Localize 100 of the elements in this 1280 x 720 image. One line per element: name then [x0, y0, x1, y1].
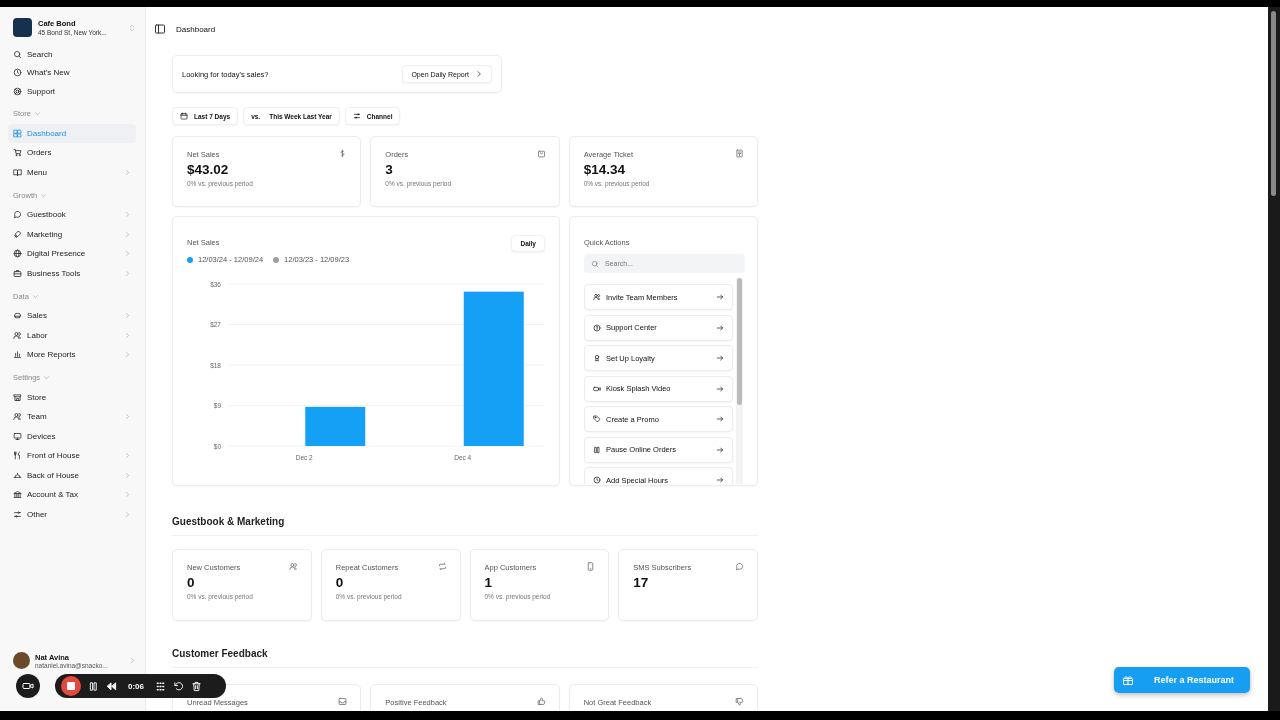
nav-item[interactable]: Digital Presence [8, 244, 136, 264]
nav-item[interactable]: More Reports [8, 345, 136, 365]
rewind-icon [106, 680, 117, 692]
video-icon [593, 384, 601, 393]
nav-item[interactable]: Support [8, 82, 136, 101]
undo-icon [173, 680, 184, 692]
nav-item[interactable]: Sales [8, 306, 136, 326]
stop-button[interactable] [61, 676, 81, 696]
page-title: Dashboard [176, 24, 216, 34]
nav-item[interactable]: Search [8, 45, 136, 64]
arrow-icon [716, 415, 724, 423]
calendar-icon [180, 112, 188, 120]
nav-item[interactable]: What's New [8, 63, 136, 82]
nav-item[interactable]: Devices [8, 426, 136, 446]
utensils-icon [13, 451, 22, 461]
people-icon [593, 293, 601, 301]
cloche-icon [13, 470, 22, 480]
pause-icon [593, 445, 601, 454]
chat-icon [13, 210, 22, 220]
grid-button[interactable] [155, 680, 166, 692]
store-icon [13, 392, 22, 402]
pause-button[interactable] [88, 680, 99, 692]
arrow-icon [716, 445, 724, 454]
stat-value: 0 [335, 575, 344, 590]
support-icon [13, 86, 22, 96]
dashboard-icon [13, 128, 22, 138]
bank-icon [13, 490, 22, 500]
dollar-icon [338, 149, 348, 158]
bag-icon [536, 149, 546, 158]
repeat-icon [437, 562, 447, 571]
arrow-icon [716, 476, 724, 484]
people-icon [13, 330, 22, 340]
clock-icon [13, 68, 22, 78]
sliders-icon [13, 509, 22, 519]
stat-value: 1 [484, 575, 492, 590]
restart-button[interactable] [173, 680, 184, 692]
arrow-icon [716, 354, 724, 362]
nav-item[interactable]: Orders [8, 143, 136, 163]
chevron-down-icon [43, 374, 51, 381]
sliders-icon [352, 112, 361, 120]
delete-button[interactable] [191, 680, 202, 692]
gift-icon [1122, 674, 1134, 686]
section-title: Guestbook & Marketing [172, 516, 758, 536]
stat-value: $14.34 [583, 162, 625, 177]
nav-item[interactable]: Store [8, 387, 136, 407]
thumbs-down-icon [735, 697, 744, 706]
section-title: Customer Feedback [172, 648, 758, 668]
search-icon [13, 49, 22, 59]
nav-item[interactable]: Front of House [8, 446, 136, 466]
nav-item[interactable]: Menu [8, 162, 136, 182]
pause-icon [88, 680, 99, 692]
stat-value: 0 [187, 575, 195, 590]
receipt-icon [735, 149, 744, 158]
sidebar-toggle-icon [154, 23, 166, 35]
recording-time: 0:06 [128, 681, 144, 691]
nav-item[interactable]: Team [8, 407, 136, 427]
people-icon [288, 562, 298, 571]
scrollbar-thumb[interactable] [1271, 11, 1276, 196]
trash-icon [191, 680, 202, 692]
bars-icon [13, 350, 22, 360]
rewind-button[interactable] [106, 680, 117, 692]
phone-icon [586, 562, 596, 571]
chevron-right-icon [129, 657, 136, 664]
scrollbar-thumb[interactable] [737, 278, 742, 405]
store-logo [13, 18, 32, 37]
arrow-icon [716, 323, 724, 332]
sidebar-toggle-button[interactable] [154, 23, 166, 35]
arrow-icon [716, 293, 724, 301]
nav-item[interactable]: Marketing [8, 224, 136, 244]
stat-value: $43.02 [187, 162, 229, 177]
book-icon [13, 167, 22, 177]
nav-item[interactable]: Back of House [8, 465, 136, 485]
tag-icon [593, 415, 601, 423]
help-icon [593, 323, 601, 332]
chat-icon [735, 562, 744, 571]
monitor-icon [13, 431, 22, 441]
chef-hat-icon [13, 311, 22, 321]
stat-value: 3 [385, 162, 393, 177]
nav-item[interactable]: Guestbook [8, 205, 136, 225]
grid-icon [155, 680, 166, 692]
cart-icon [13, 148, 22, 158]
chevron-down-icon [40, 191, 48, 199]
briefcase-icon [13, 268, 22, 278]
chart-bar [305, 406, 366, 446]
stat-value: 17 [633, 575, 649, 590]
globe-icon [13, 249, 22, 259]
award-icon [593, 354, 601, 362]
chevron-right-icon [475, 70, 483, 78]
nav-item[interactable]: Account & Tax [8, 485, 136, 505]
thumbs-up-icon [536, 697, 546, 706]
nav-item[interactable]: Labor [8, 325, 136, 345]
arrow-icon [716, 384, 724, 393]
clock-icon [593, 476, 601, 484]
nav-item[interactable]: Other [8, 504, 136, 524]
search-icon [591, 259, 599, 268]
chevron-down-icon [31, 292, 39, 300]
chevron-down-icon [33, 110, 41, 117]
nav-item[interactable]: Business Tools [8, 263, 136, 283]
video-icon [22, 680, 34, 692]
rocket-icon [13, 229, 22, 239]
